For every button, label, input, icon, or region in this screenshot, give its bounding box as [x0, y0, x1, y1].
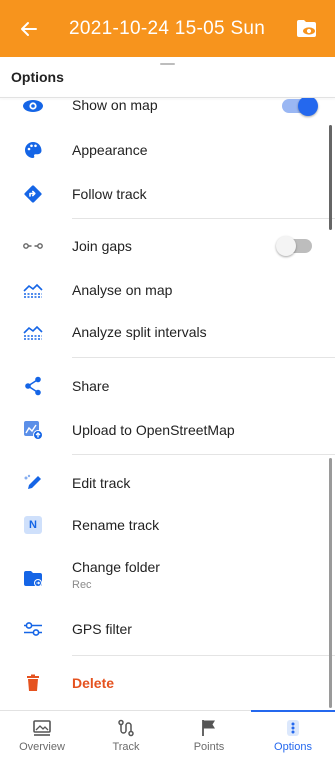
option-gps-filter[interactable]: GPS filter: [0, 609, 335, 649]
folder-move-icon: [22, 568, 44, 590]
overview-icon: [33, 718, 51, 738]
option-label: Follow track: [72, 186, 147, 202]
tab-overview[interactable]: Overview: [0, 711, 84, 760]
folder-value: Rec: [72, 579, 92, 591]
top-app-bar: 2021-10-24 15-05 Sun: [0, 0, 335, 57]
share-icon: [22, 375, 44, 397]
bottom-navigation: Overview Track Points Options: [0, 710, 335, 760]
upload-osm-icon: [22, 419, 44, 441]
arrow-back-icon: [20, 21, 37, 36]
option-upload-osm[interactable]: Upload to OpenStreetMap: [0, 410, 335, 450]
folder-eye-icon: [297, 19, 316, 37]
palette-icon: [22, 139, 44, 161]
option-label: Appearance: [72, 142, 148, 158]
divider: [72, 357, 335, 358]
drag-handle[interactable]: [160, 63, 175, 65]
scrollbar-thumb[interactable]: [329, 125, 332, 230]
divider: [72, 655, 335, 656]
rename-letter: N: [24, 516, 42, 534]
directions-icon: [22, 183, 44, 205]
join-gaps-icon: [22, 235, 44, 257]
trash-icon: [22, 672, 44, 694]
option-label: Edit track: [72, 475, 131, 491]
option-analyze-split-intervals[interactable]: Analyze split intervals: [0, 312, 335, 352]
option-label: Analyze split intervals: [72, 324, 207, 340]
option-label: Share: [72, 378, 110, 394]
scrollbar-track[interactable]: [329, 458, 332, 708]
join-gaps-toggle[interactable]: [276, 236, 312, 256]
sheet-title: Options: [11, 69, 64, 85]
tab-label: Options: [274, 741, 312, 753]
option-label: GPS filter: [72, 621, 132, 637]
options-sheet-header: Options: [0, 57, 335, 97]
show-on-map-toggle[interactable]: [282, 98, 318, 116]
options-list[interactable]: Show on map Appearance Follow track Join…: [0, 98, 335, 710]
analyse-graph-icon: [22, 279, 44, 301]
option-rename-track[interactable]: N Rename track: [0, 505, 335, 545]
rename-icon: N: [22, 514, 44, 536]
back-button[interactable]: [0, 0, 57, 57]
track-icon: [117, 718, 135, 738]
option-analyse-on-map[interactable]: Analyse on map: [0, 270, 335, 310]
option-appearance[interactable]: Appearance: [0, 130, 335, 170]
option-follow-track[interactable]: Follow track: [0, 174, 335, 214]
folder-visibility-button[interactable]: [279, 0, 335, 57]
option-share[interactable]: Share: [0, 366, 335, 406]
tab-track[interactable]: Track: [84, 711, 168, 760]
split-intervals-icon: [22, 321, 44, 343]
option-delete[interactable]: Delete: [0, 663, 335, 703]
tab-points[interactable]: Points: [167, 711, 251, 760]
tab-label: Overview: [19, 741, 65, 753]
option-show-on-map[interactable]: Show on map: [0, 98, 335, 120]
option-label: Show on map: [72, 98, 158, 113]
tab-label: Track: [112, 741, 140, 753]
option-label: Join gaps: [72, 238, 132, 254]
option-label: Rename track: [72, 517, 160, 533]
eye-icon: [22, 98, 44, 117]
track-title: 2021-10-24 15-05 Sun: [69, 17, 266, 39]
option-label: Upload to OpenStreetMap: [72, 422, 235, 438]
flag-icon: [201, 718, 217, 738]
more-vertical-icon: [286, 718, 300, 738]
tab-label: Points: [193, 741, 225, 753]
option-edit-track[interactable]: Edit track: [0, 463, 335, 503]
option-change-folder[interactable]: Change folder Rec: [0, 550, 335, 600]
option-label: Change folder: [72, 559, 160, 575]
filter-sliders-icon: [22, 618, 44, 640]
divider: [72, 454, 335, 455]
edit-pencil-icon: [22, 472, 44, 494]
option-label: Analyse on map: [72, 282, 173, 298]
option-label: Delete: [72, 675, 115, 691]
option-join-gaps[interactable]: Join gaps: [0, 226, 335, 266]
divider: [72, 218, 335, 219]
tab-options[interactable]: Options: [251, 710, 335, 760]
